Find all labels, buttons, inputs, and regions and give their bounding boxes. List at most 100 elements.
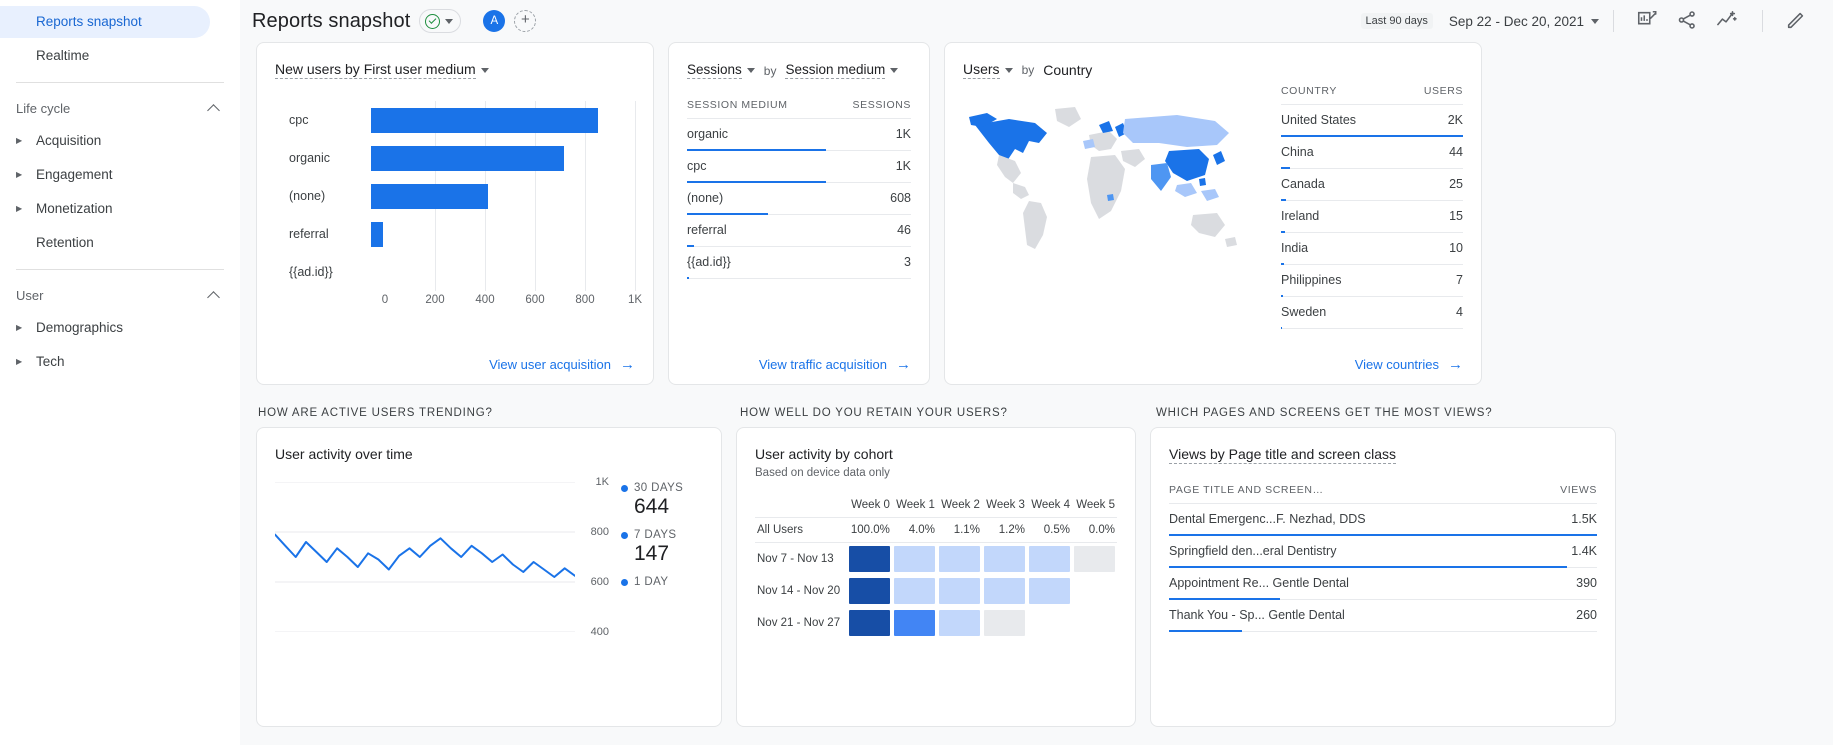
bar[interactable] [371, 108, 599, 133]
sidebar-item-demographics[interactable]: ▶ Demographics [0, 312, 210, 344]
legend-item[interactable]: 1 DAY [621, 576, 683, 588]
table-row[interactable]: organic 1K [687, 119, 911, 151]
row-value: 10 [1449, 241, 1463, 255]
x-tick-label: 800 [575, 294, 595, 306]
chevron-up-icon[interactable] [208, 102, 220, 114]
table-row[interactable]: Dental Emergenc...F. Nezhad, DDS 1.5K [1169, 504, 1597, 536]
avatar[interactable]: A [483, 10, 506, 32]
bar-chart-category-label: referral [289, 227, 329, 241]
compare-chart-icon[interactable] [1636, 9, 1660, 33]
row-value: 44 [1449, 145, 1463, 159]
check-circle-icon [425, 13, 441, 29]
sidebar-item-realtime[interactable]: ▶ Realtime [0, 40, 210, 72]
dimension-selector-label[interactable]: Session medium [785, 62, 886, 79]
triangle-down-icon[interactable] [1004, 67, 1013, 73]
sidebar-group-user[interactable]: User [0, 280, 240, 310]
cohort-heat-cell[interactable] [1072, 543, 1117, 576]
bar[interactable] [371, 184, 489, 209]
report-status-chip[interactable] [419, 9, 462, 33]
triangle-down-icon[interactable] [890, 68, 899, 73]
card-title: User activity over time [275, 446, 413, 462]
metric-selector-label[interactable]: Users [963, 61, 1000, 79]
cohort-heat-cell[interactable] [1027, 543, 1072, 576]
cohort-heat-cell[interactable] [937, 607, 982, 639]
cohort-row: Nov 7 - Nov 13 [755, 543, 1117, 576]
table-row[interactable]: referral 46 [687, 215, 911, 247]
sidebar-item-monetization[interactable]: ▶ Monetization [0, 193, 210, 225]
cohort-cell-value: 100.0% [846, 517, 892, 543]
table-row[interactable]: Canada 25 [1281, 169, 1463, 201]
cohort-heat-cell[interactable] [847, 607, 892, 639]
cohort-heat-cell[interactable] [982, 575, 1027, 607]
bar[interactable] [371, 222, 384, 247]
metric-selector-label[interactable]: Sessions [687, 62, 742, 79]
sidebar-item-acquisition[interactable]: ▶ Acquisition [0, 125, 210, 157]
table-row[interactable]: Springfield den...eral Dentistry 1.4K [1169, 536, 1597, 568]
card-subtitle: Based on device data only [755, 467, 890, 479]
sidebar-item-engagement[interactable]: ▶ Engagement [0, 159, 210, 191]
date-range-selector[interactable]: Last 90 days Sep 22 - Dec 20, 2021 [1360, 13, 1599, 29]
sidebar-item-label: Monetization [36, 201, 113, 217]
table-row[interactable]: United States 2K [1281, 105, 1463, 137]
cohort-heat-cell[interactable] [892, 543, 937, 576]
view-user-acquisition-link[interactable]: View user acquisition → [489, 357, 635, 372]
cohort-column-header: Week 0 [846, 493, 892, 518]
world-map[interactable] [963, 99, 1263, 274]
share-icon[interactable] [1676, 9, 1700, 33]
cohort-heat-cell[interactable] [1072, 575, 1117, 607]
table-row[interactable]: {{ad.id}} 3 [687, 247, 911, 279]
arrow-right-icon: → [1448, 356, 1463, 373]
top-bar: Reports snapshot A + Last 90 days Sep 22… [240, 0, 1833, 42]
triangle-down-icon[interactable] [480, 67, 489, 73]
cohort-heat-cell[interactable] [937, 543, 982, 576]
table-row[interactable]: Ireland 15 [1281, 201, 1463, 233]
legend-label: 30 DAYS [634, 482, 684, 494]
table-row[interactable]: (none) 608 [687, 183, 911, 215]
table-row[interactable]: India 10 [1281, 233, 1463, 265]
cohort-heat-cell[interactable] [1027, 607, 1072, 639]
table-row[interactable]: Sweden 4 [1281, 297, 1463, 329]
card-title[interactable]: Views by Page title and screen class [1169, 446, 1396, 464]
sidebar-item-reports-snapshot[interactable]: ▶ Reports snapshot [0, 6, 210, 38]
legend-item[interactable]: 30 DAYS 644 [621, 482, 683, 519]
cohort-column-header: Week 4 [1026, 493, 1072, 518]
bar-chart-track [371, 139, 635, 177]
line-chart-y-axis: 1K 800 600 400 [575, 476, 609, 638]
column-header-metric: VIEWS [1560, 484, 1597, 496]
row-label: Ireland [1281, 209, 1320, 223]
row-value: 3 [904, 255, 911, 269]
table-row[interactable]: Appointment Re... Gentle Dental 390 [1169, 568, 1597, 600]
sidebar-item-tech[interactable]: ▶ Tech [0, 346, 210, 378]
section-label-page-views: WHICH PAGES AND SCREENS GET THE MOST VIE… [1156, 407, 1493, 419]
chevron-up-icon[interactable] [208, 289, 220, 301]
insights-icon[interactable] [1716, 9, 1740, 33]
cohort-heat-cell[interactable] [892, 607, 937, 639]
x-tick-label: 0 [381, 294, 389, 306]
sidebar-item-retention[interactable]: ▶ Retention [0, 227, 210, 259]
cohort-heat-cell[interactable] [892, 575, 937, 607]
cohort-heat-cell[interactable] [1027, 575, 1072, 607]
cohort-heat-cell[interactable] [937, 575, 982, 607]
triangle-down-icon[interactable] [746, 68, 755, 73]
row-progress-bar [1169, 630, 1242, 632]
table-row[interactable]: Philippines 7 [1281, 265, 1463, 297]
card-title[interactable]: New users by First user medium [275, 61, 489, 79]
view-traffic-acquisition-link[interactable]: View traffic acquisition → [759, 357, 911, 372]
table-row[interactable]: Thank You - Sp... Gentle Dental 260 [1169, 600, 1597, 632]
add-comparison-button[interactable]: + [514, 10, 537, 32]
cohort-heat-cell[interactable] [982, 543, 1027, 576]
edit-pencil-icon[interactable] [1785, 9, 1809, 33]
cohort-heat-cell[interactable] [1072, 607, 1117, 639]
cohort-heat-cell[interactable] [847, 543, 892, 576]
chevron-right-icon: ▶ [16, 170, 23, 179]
cohort-heat-cell[interactable] [982, 607, 1027, 639]
row-value: 608 [890, 191, 911, 205]
sidebar-group-life-cycle[interactable]: Life cycle [0, 93, 240, 123]
row-progress-bar [1281, 327, 1283, 329]
cohort-heat-cell[interactable] [847, 575, 892, 607]
view-countries-link[interactable]: View countries → [1355, 357, 1463, 372]
table-row[interactable]: cpc 1K [687, 151, 911, 183]
legend-item[interactable]: 7 DAYS 147 [621, 529, 683, 566]
table-row[interactable]: China 44 [1281, 137, 1463, 169]
bar[interactable] [371, 146, 564, 171]
